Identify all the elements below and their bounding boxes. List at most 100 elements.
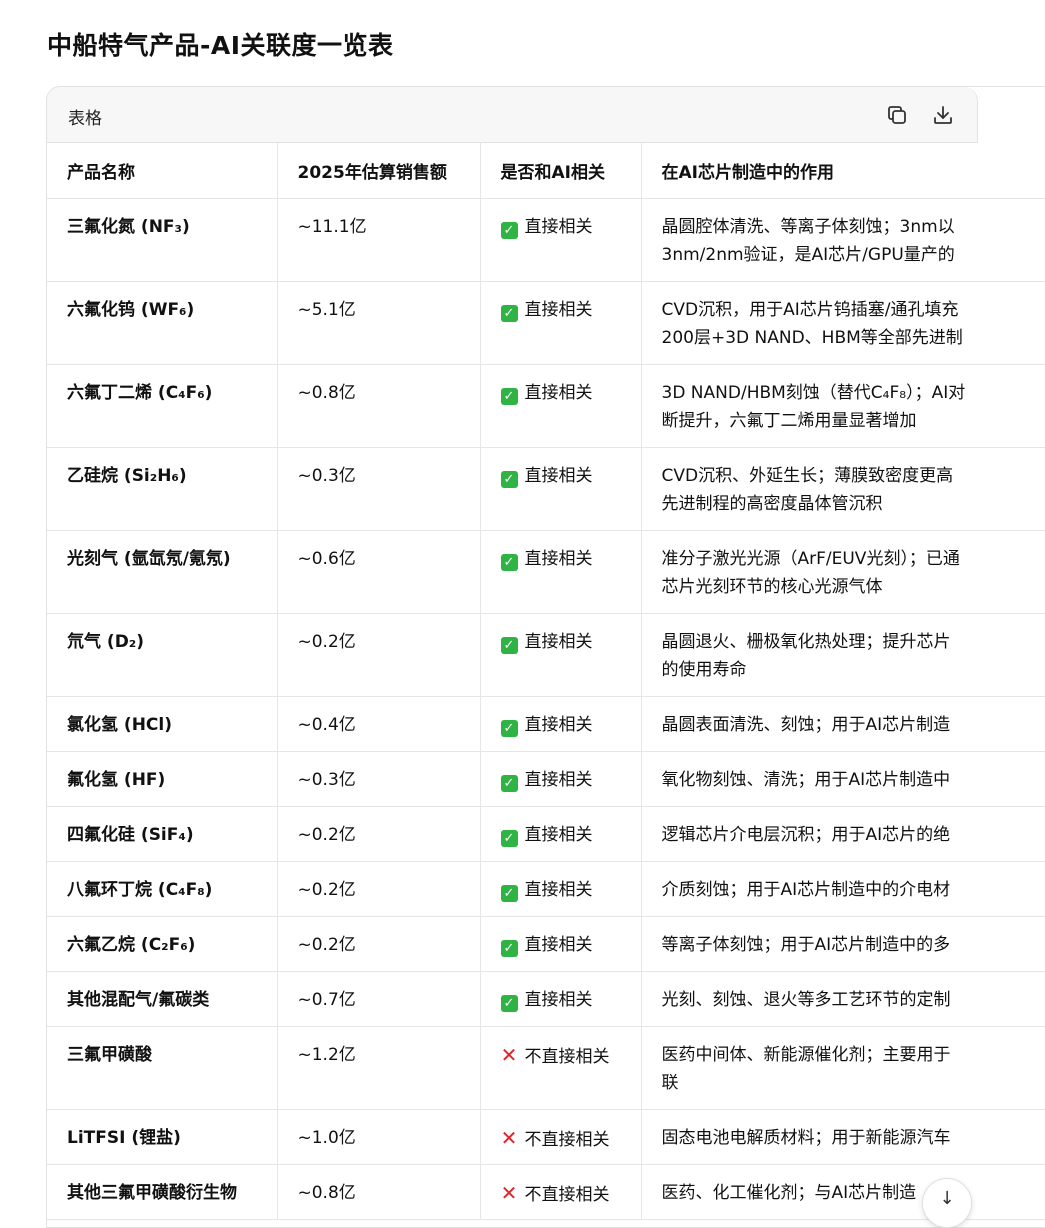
check-mark-icon: ✓ [501,940,518,957]
table-header-row: 产品名称 2025年估算销售额 是否和AI相关 在AI芯片制造中的作用 [47,143,1045,199]
ai-related-status: 不直接相关 [525,1185,610,1205]
table-card-title: 表格 [68,104,102,129]
page-title: 中船特气产品-AI关联度一览表 [47,26,394,62]
role-text-line: 芯片光刻环节的核心光源气体 [662,573,1045,601]
ai-related-status: 直接相关 [525,383,593,403]
product-name-cell: 其他混配气/氟碳类 [47,972,277,1027]
cross-mark-icon: ✕ [501,1124,518,1152]
role-text-line: 的使用寿命 [662,656,1045,684]
sales-cell: ~0.6亿 [277,531,480,614]
check-mark-icon: ✓ [501,388,518,405]
role-text-line: CVD沉积、外延生长；薄膜致密度更高 [662,462,1045,490]
sales-cell: ~0.2亿 [277,917,480,972]
role-text-line: 医药中间体、新能源催化剂；主要用于 [662,1041,1045,1069]
ai-related-cell: ✓直接相关 [480,972,641,1027]
ai-related-status: 不直接相关 [525,1047,610,1067]
ai-related-status: 直接相关 [525,466,593,486]
sales-cell: ~0.7亿 [277,972,480,1027]
download-icon[interactable] [931,103,955,127]
check-mark-icon: ✓ [501,995,518,1012]
sales-cell: ~0.2亿 [277,807,480,862]
check-mark-icon: ✓ [501,471,518,488]
copy-icon[interactable] [885,103,909,127]
sales-cell: ~0.3亿 [277,752,480,807]
role-cell: 晶圆退火、栅极氧化热处理；提升芯片的使用寿命 [641,614,1045,697]
check-mark-icon: ✓ [501,885,518,902]
role-text-line: 等离子体刻蚀；用于AI芯片制造中的多 [662,931,1045,959]
arrow-down-icon: ↓ [939,1188,954,1209]
ai-related-status: 直接相关 [525,935,593,955]
product-name-cell: 氯化氢 (HCl) [47,697,277,752]
column-header-ai-related: 是否和AI相关 [480,143,641,199]
table-card-header: 表格 [47,87,978,143]
role-cell: CVD沉积，用于AI芯片钨插塞/通孔填充200层+3D NAND、HBM等全部先… [641,282,1045,365]
table-row: 其他混配气/氟碳类~0.7亿✓直接相关光刻、刻蚀、退火等多工艺环节的定制 [47,972,1045,1027]
role-text-line: 固态电池电解质材料；用于新能源汽车 [662,1124,1045,1152]
ai-related-status: 直接相关 [525,880,593,900]
role-cell: 逻辑芯片介电层沉积；用于AI芯片的绝 [641,807,1045,862]
role-text-line: 氧化物刻蚀、清洗；用于AI芯片制造中 [662,766,1045,794]
role-cell: 3D NAND/HBM刻蚀（替代C₄F₈）；AI对断提升，六氟丁二烯用量显著增加 [641,365,1045,448]
table-row: 氯化氢 (HCl)~0.4亿✓直接相关晶圆表面清洗、刻蚀；用于AI芯片制造 [47,697,1045,752]
product-name-cell: 六氟丁二烯 (C₄F₆) [47,365,277,448]
column-header-product: 产品名称 [47,143,277,199]
check-mark-icon: ✓ [501,222,518,239]
ai-related-status: 直接相关 [525,770,593,790]
table-row: 八氟环丁烷 (C₄F₈)~0.2亿✓直接相关介质刻蚀；用于AI芯片制造中的介电材 [47,862,1045,917]
ai-related-status: 直接相关 [525,632,593,652]
ai-related-cell: ✓ 直接相关 [480,448,641,531]
sales-cell: ~0.2亿 [277,614,480,697]
sales-cell: ~5.1亿 [277,282,480,365]
cross-mark-icon: ✕ [501,1179,518,1207]
product-name-cell: 乙硅烷 (Si₂H₆) [47,448,277,531]
role-cell: 准分子激光光源（ArF/EUV光刻）；已通芯片光刻环节的核心光源气体 [641,531,1045,614]
table-row: 氟化氢 (HF)~0.3亿✓直接相关氧化物刻蚀、清洗；用于AI芯片制造中 [47,752,1045,807]
check-mark-icon: ✓ [501,305,518,322]
scroll-down-button[interactable]: ↓ [922,1178,972,1228]
role-text-line: 200层+3D NAND、HBM等全部先进制 [662,324,1045,352]
role-text-line: 断提升，六氟丁二烯用量显著增加 [662,407,1045,435]
ai-relevance-table: 产品名称 2025年估算销售额 是否和AI相关 在AI芯片制造中的作用 三氟化氮… [47,143,1045,1220]
ai-related-cell: ✕不直接相关 [480,1027,641,1110]
role-cell: 医药中间体、新能源催化剂；主要用于联 [641,1027,1045,1110]
table-row: 六氟丁二烯 (C₄F₆)~0.8亿✓直接相关3D NAND/HBM刻蚀（替代C₄… [47,365,1045,448]
ai-related-cell: ✓直接相关 [480,752,641,807]
table-row: 四氟化硅 (SiF₄)~0.2亿✓直接相关逻辑芯片介电层沉积；用于AI芯片的绝 [47,807,1045,862]
role-text-line: 介质刻蚀；用于AI芯片制造中的介电材 [662,876,1045,904]
role-cell: 医药、化工催化剂；与AI芯片制造 [641,1165,1045,1220]
sales-cell: ~0.8亿 [277,1165,480,1220]
role-cell: 等离子体刻蚀；用于AI芯片制造中的多 [641,917,1045,972]
role-text-line: 晶圆退火、栅极氧化热处理；提升芯片 [662,628,1045,656]
role-text-line: 3nm/2nm验证，是AI芯片/GPU量产的 [662,241,1045,269]
role-text-line: 逻辑芯片介电层沉积；用于AI芯片的绝 [662,821,1045,849]
role-cell: 光刻、刻蚀、退火等多工艺环节的定制 [641,972,1045,1027]
product-name-cell: 氟化氢 (HF) [47,752,277,807]
table-row: 乙硅烷 (Si₂H₆)~0.3亿 ✓ 直接相关 CVD沉积、外延生长；薄膜致密度更高先… [47,448,1045,531]
product-name-cell: LiTFSI (锂盐) [47,1110,277,1165]
table-row: 其他三氟甲磺酸衍生物~0.8亿✕不直接相关医药、化工催化剂；与AI芯片制造 [47,1165,1045,1220]
role-text-line: 晶圆腔体清洗、等离子体刻蚀；3nm以 [662,213,1045,241]
role-text-line: 医药、化工催化剂；与AI芯片制造 [662,1179,1045,1207]
ai-related-status: 直接相关 [525,300,593,320]
sales-cell: ~1.2亿 [277,1027,480,1110]
ai-related-cell: ✓直接相关 [480,807,641,862]
product-name-cell: 六氟乙烷 (C₂F₆) [47,917,277,972]
ai-related-cell: ✕ 不直接相关 [480,1165,641,1220]
role-cell: 介质刻蚀；用于AI芯片制造中的介电材 [641,862,1045,917]
sales-cell: ~0.3亿 [277,448,480,531]
role-text-line: 先进制程的高密度晶体管沉积 [662,490,1045,518]
check-mark-icon: ✓ [501,830,518,847]
table-row: 六氟化钨 (WF₆)~5.1亿 ✓ 直接相关 CVD沉积，用于AI芯片钨插塞/通孔填充… [47,282,1045,365]
ai-related-cell: ✓直接相关 [480,614,641,697]
role-cell: 氧化物刻蚀、清洗；用于AI芯片制造中 [641,752,1045,807]
product-name-cell: 氘气 (D₂) [47,614,277,697]
ai-related-status: 不直接相关 [525,1130,610,1150]
table-row: 六氟乙烷 (C₂F₆)~0.2亿 ✓ 直接相关 等离子体刻蚀；用于AI芯片制造中的多 [47,917,1045,972]
product-name-cell: 六氟化钨 (WF₆) [47,282,277,365]
product-name-cell: 三氟化氮 (NF₃) [47,199,277,282]
role-cell: 晶圆腔体清洗、等离子体刻蚀；3nm以3nm/2nm验证，是AI芯片/GPU量产的 [641,199,1045,282]
check-mark-icon: ✓ [501,554,518,571]
ai-related-cell: ✓ 直接相关 [480,282,641,365]
sales-cell: ~11.1亿 [277,199,480,282]
ai-related-cell: ✕ 不直接相关 [480,1110,641,1165]
